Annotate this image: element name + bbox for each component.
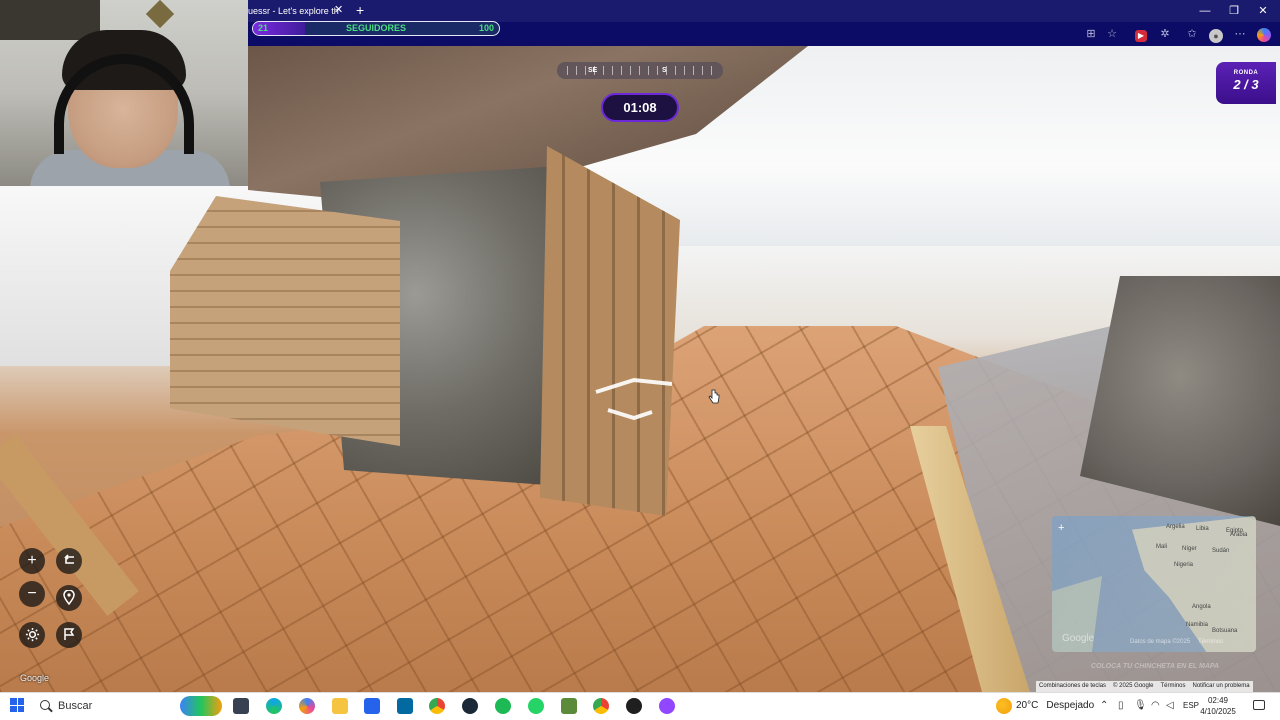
copilot-icon[interactable] xyxy=(1257,28,1271,42)
weather-description: Despejado xyxy=(1046,700,1095,711)
search-highlight-icon[interactable] xyxy=(180,696,222,716)
copilot-app-icon[interactable] xyxy=(299,698,315,714)
gear-icon xyxy=(25,627,39,642)
volume-icon[interactable]: ◁ xyxy=(1166,700,1174,711)
minimap-label: Botsuana xyxy=(1212,628,1238,634)
clock-time: 02:49 xyxy=(1207,696,1229,705)
settings-button[interactable] xyxy=(19,622,45,648)
round-indicator: RONDA 2 / 3 xyxy=(1216,62,1276,104)
browser-tab[interactable]: uessr - Let's explore th xyxy=(248,2,348,22)
spotify-icon[interactable] xyxy=(495,698,511,714)
return-to-start-button[interactable] xyxy=(56,585,82,611)
tray-app-icon[interactable]: ▯ xyxy=(1118,700,1124,711)
guess-minimap[interactable]: Argelia Libia Egipto Mali Níger Sudán Ni… xyxy=(1052,516,1256,652)
minecraft-icon[interactable] xyxy=(561,698,577,714)
streetview-attribution: Combinaciones de teclas © 2025 Google Té… xyxy=(1036,681,1253,692)
minimap-zoom-in-button[interactable]: + xyxy=(1058,522,1064,534)
extensions-icon[interactable]: ✲ xyxy=(1157,27,1173,40)
zoom-out-button[interactable]: − xyxy=(19,581,45,607)
weather-temperature: 20°C xyxy=(1016,700,1039,711)
minimap-terms-link[interactable]: Términos xyxy=(1198,639,1223,645)
followers-goal: 100 xyxy=(478,23,494,33)
weather-sun-icon[interactable] xyxy=(996,698,1012,714)
outlook-icon[interactable] xyxy=(397,698,413,714)
minimap-google-logo: Google xyxy=(1062,633,1095,644)
google-logo: Google xyxy=(20,673,50,683)
copyright-text: © 2025 Google xyxy=(1113,683,1154,689)
restore-icon[interactable]: ❐ xyxy=(1219,2,1249,20)
discord-icon[interactable] xyxy=(626,698,642,714)
minimap-label: Arabia xyxy=(1230,532,1248,538)
terms-link[interactable]: Términos xyxy=(1161,681,1186,692)
minimap-label: Sudán xyxy=(1212,548,1230,554)
file-explorer-icon[interactable] xyxy=(332,698,348,714)
window-close-icon[interactable]: ✕ xyxy=(1248,2,1278,20)
compass-direction-s: S xyxy=(662,67,667,74)
keyboard-shortcuts-link[interactable]: Combinaciones de teclas xyxy=(1039,681,1106,692)
wifi-icon[interactable]: ◠ xyxy=(1151,700,1160,711)
read-aloud-icon[interactable]: ⊞ xyxy=(1083,27,1099,40)
task-view-icon[interactable] xyxy=(233,698,249,714)
minimap-label: Argelia xyxy=(1166,524,1185,530)
round-timer: 01:08 xyxy=(601,93,679,122)
taskbar-clock[interactable]: 02:49 4/10/2025 xyxy=(1195,695,1241,717)
minimize-icon[interactable]: — xyxy=(1190,2,1220,20)
webcam-overlay xyxy=(0,0,248,186)
minimap-label: Níger xyxy=(1182,546,1197,552)
compass: SE S xyxy=(557,62,723,79)
new-tab-icon[interactable]: + xyxy=(356,2,364,18)
whatsapp-icon[interactable] xyxy=(528,698,544,714)
extension-red-icon[interactable]: ▶ xyxy=(1135,30,1147,42)
compass-direction-se: SE xyxy=(588,67,598,74)
browser-tab-bar xyxy=(248,0,1280,22)
flag-button[interactable] xyxy=(56,622,82,648)
screen: uessr - Let's explore th ✕ + — ❐ ✕ ⊞ ☆ ▶… xyxy=(0,0,1280,720)
followers-label: SEGUIDORES xyxy=(345,23,406,33)
store-icon[interactable] xyxy=(364,698,380,714)
clock-date: 4/10/2025 xyxy=(1200,707,1236,716)
minimap-label: Nigeria xyxy=(1174,562,1194,568)
webcam-background-shelf xyxy=(0,0,100,40)
return-to-start-pin-icon xyxy=(63,590,75,605)
chrome-icon[interactable] xyxy=(429,698,445,714)
round-value: 2 / 3 xyxy=(1233,77,1259,92)
tray-chevron-icon[interactable]: ⌃ xyxy=(1100,700,1108,711)
favorite-star-icon[interactable]: ☆ xyxy=(1104,27,1120,40)
tab-close-icon[interactable]: ✕ xyxy=(334,3,343,17)
flag-icon xyxy=(64,628,75,640)
minimap-label: Libia xyxy=(1196,526,1209,532)
favorites-icon[interactable]: ✩ xyxy=(1184,27,1200,40)
minimap-label: Angola xyxy=(1192,604,1211,610)
minimap-label: Namibia xyxy=(1186,622,1209,628)
undo-arrow-icon xyxy=(64,554,74,564)
report-problem-link[interactable]: Notificar un problema xyxy=(1193,681,1250,692)
hand-cursor-icon xyxy=(708,389,720,404)
move-arrow-icon[interactable] xyxy=(594,374,674,422)
windows-start-icon[interactable] xyxy=(10,698,24,712)
minimap-map-data: Datos de mapa ©2025 xyxy=(1130,639,1191,645)
undo-button[interactable] xyxy=(56,548,82,574)
webcam-wall-ornament xyxy=(145,0,175,29)
wooden-hut-left xyxy=(170,196,400,446)
minimap-label: Mali xyxy=(1156,544,1168,550)
microphone-icon[interactable]: 🎙 xyxy=(1134,700,1147,711)
round-label: RONDA xyxy=(1233,70,1259,76)
chrome-alt-icon[interactable] xyxy=(593,698,609,714)
weather-widget[interactable]: 20°C Despejado xyxy=(1016,699,1094,713)
place-pin-button[interactable]: COLOCA TU CHINCHETA EN EL MAPA xyxy=(1060,660,1250,674)
profile-avatar-icon[interactable]: ● xyxy=(1209,29,1223,43)
steam-icon[interactable] xyxy=(462,698,478,714)
minimap-attribution: Datos de mapa ©2025 Términos xyxy=(1130,639,1223,645)
more-menu-icon[interactable]: ⋯ xyxy=(1232,27,1248,40)
followers-progress-bar: 21 SEGUIDORES 100 xyxy=(252,21,500,36)
notification-icon[interactable] xyxy=(1253,700,1265,710)
edge-icon[interactable] xyxy=(266,698,282,714)
zoom-in-button[interactable]: + xyxy=(19,548,45,574)
taskbar-search-input[interactable]: Buscar xyxy=(36,696,176,716)
twitch-studio-icon[interactable] xyxy=(659,698,675,714)
